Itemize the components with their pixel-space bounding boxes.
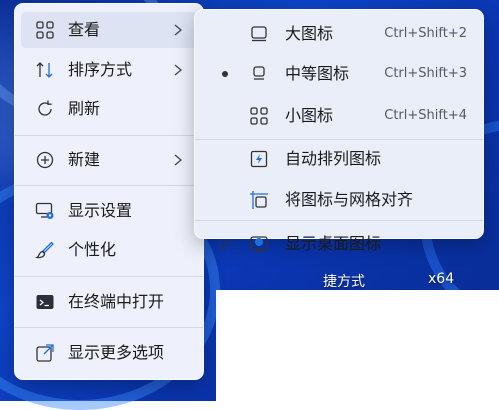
menu-separator xyxy=(15,135,203,136)
menu-item-sort-by[interactable]: 排序方式 xyxy=(21,52,197,88)
submenu-item-label: 将图标与网格对齐 xyxy=(285,190,414,209)
view-submenu: 大图标 Ctrl+Shift+2 中等图标 Ctrl+Shift+3 小图标 C… xyxy=(194,9,484,253)
menu-item-label: 查看 xyxy=(68,20,101,39)
auto-arrange-icon xyxy=(250,150,268,168)
menu-item-personalize[interactable]: 个性化 xyxy=(21,232,197,268)
submenu-item-show-desktop-icons[interactable]: 显示桌面图标 xyxy=(199,224,479,264)
menu-item-new[interactable]: 新建 xyxy=(21,142,197,178)
desktop-blank-area xyxy=(216,290,499,401)
add-circle-icon xyxy=(36,151,54,169)
sort-icon xyxy=(36,62,53,78)
brush-icon xyxy=(35,241,54,259)
chevron-right-icon xyxy=(174,64,183,76)
submenu-item-small-icons[interactable]: 小图标 Ctrl+Shift+4 xyxy=(199,96,479,136)
refresh-icon xyxy=(38,100,52,116)
shortcut-text: Ctrl+Shift+4 xyxy=(384,108,467,123)
menu-item-view[interactable]: 查看 xyxy=(21,12,197,48)
submenu-item-medium-icons[interactable]: 中等图标 Ctrl+Shift+3 xyxy=(199,54,479,94)
menu-separator xyxy=(15,185,203,186)
menu-separator xyxy=(15,327,203,328)
menu-item-show-more-options[interactable]: 显示更多选项 xyxy=(21,335,197,371)
menu-item-label: 刷新 xyxy=(68,99,101,118)
small-icon-view-icon xyxy=(250,107,268,125)
chevron-right-icon xyxy=(174,24,183,36)
open-external-icon xyxy=(36,344,54,362)
menu-item-refresh[interactable]: 刷新 xyxy=(21,91,197,127)
large-icon-view-icon xyxy=(251,26,267,42)
menu-separator xyxy=(15,276,203,277)
radio-dot-icon xyxy=(222,71,228,77)
submenu-item-large-icons[interactable]: 大图标 Ctrl+Shift+2 xyxy=(199,14,479,54)
submenu-item-label: 显示桌面图标 xyxy=(285,234,382,253)
menu-item-label: 在终端中打开 xyxy=(68,292,165,311)
show-desktop-icon xyxy=(250,236,268,253)
medium-icon-view-icon xyxy=(253,66,265,80)
menu-item-label: 显示更多选项 xyxy=(68,343,165,362)
menu-item-label: 排序方式 xyxy=(68,60,133,79)
shortcut-text: Ctrl+Shift+3 xyxy=(384,66,467,81)
align-grid-icon xyxy=(250,191,268,209)
menu-item-label: 个性化 xyxy=(68,240,117,259)
menu-separator xyxy=(195,220,483,221)
submenu-item-auto-arrange[interactable]: 自动排列图标 xyxy=(199,139,479,179)
menu-item-label: 显示设置 xyxy=(68,201,133,220)
shortcut-text: Ctrl+Shift+2 xyxy=(384,26,467,41)
checkmark-icon xyxy=(219,240,231,249)
chevron-right-icon xyxy=(174,154,183,166)
menu-item-label: 新建 xyxy=(68,150,101,169)
submenu-item-label: 大图标 xyxy=(285,24,334,43)
desktop-context-menu: 查看 排序方式 刷新 新建 显示设置 个性化 在终端中打开 显示更多选项 xyxy=(14,3,204,380)
desktop-icon-label-x64[interactable]: x64 xyxy=(428,271,454,287)
grid-icon xyxy=(36,21,54,39)
submenu-item-label: 自动排列图标 xyxy=(285,149,382,168)
display-settings-icon xyxy=(35,202,54,219)
submenu-item-label: 小图标 xyxy=(285,106,334,125)
menu-item-open-terminal[interactable]: 在终端中打开 xyxy=(21,284,197,320)
terminal-icon xyxy=(36,295,54,309)
submenu-item-align-to-grid[interactable]: 将图标与网格对齐 xyxy=(199,180,479,220)
desktop-icon-label[interactable]: 捷方式 xyxy=(323,271,365,291)
submenu-item-label: 中等图标 xyxy=(285,64,350,83)
menu-item-display-settings[interactable]: 显示设置 xyxy=(21,193,197,229)
